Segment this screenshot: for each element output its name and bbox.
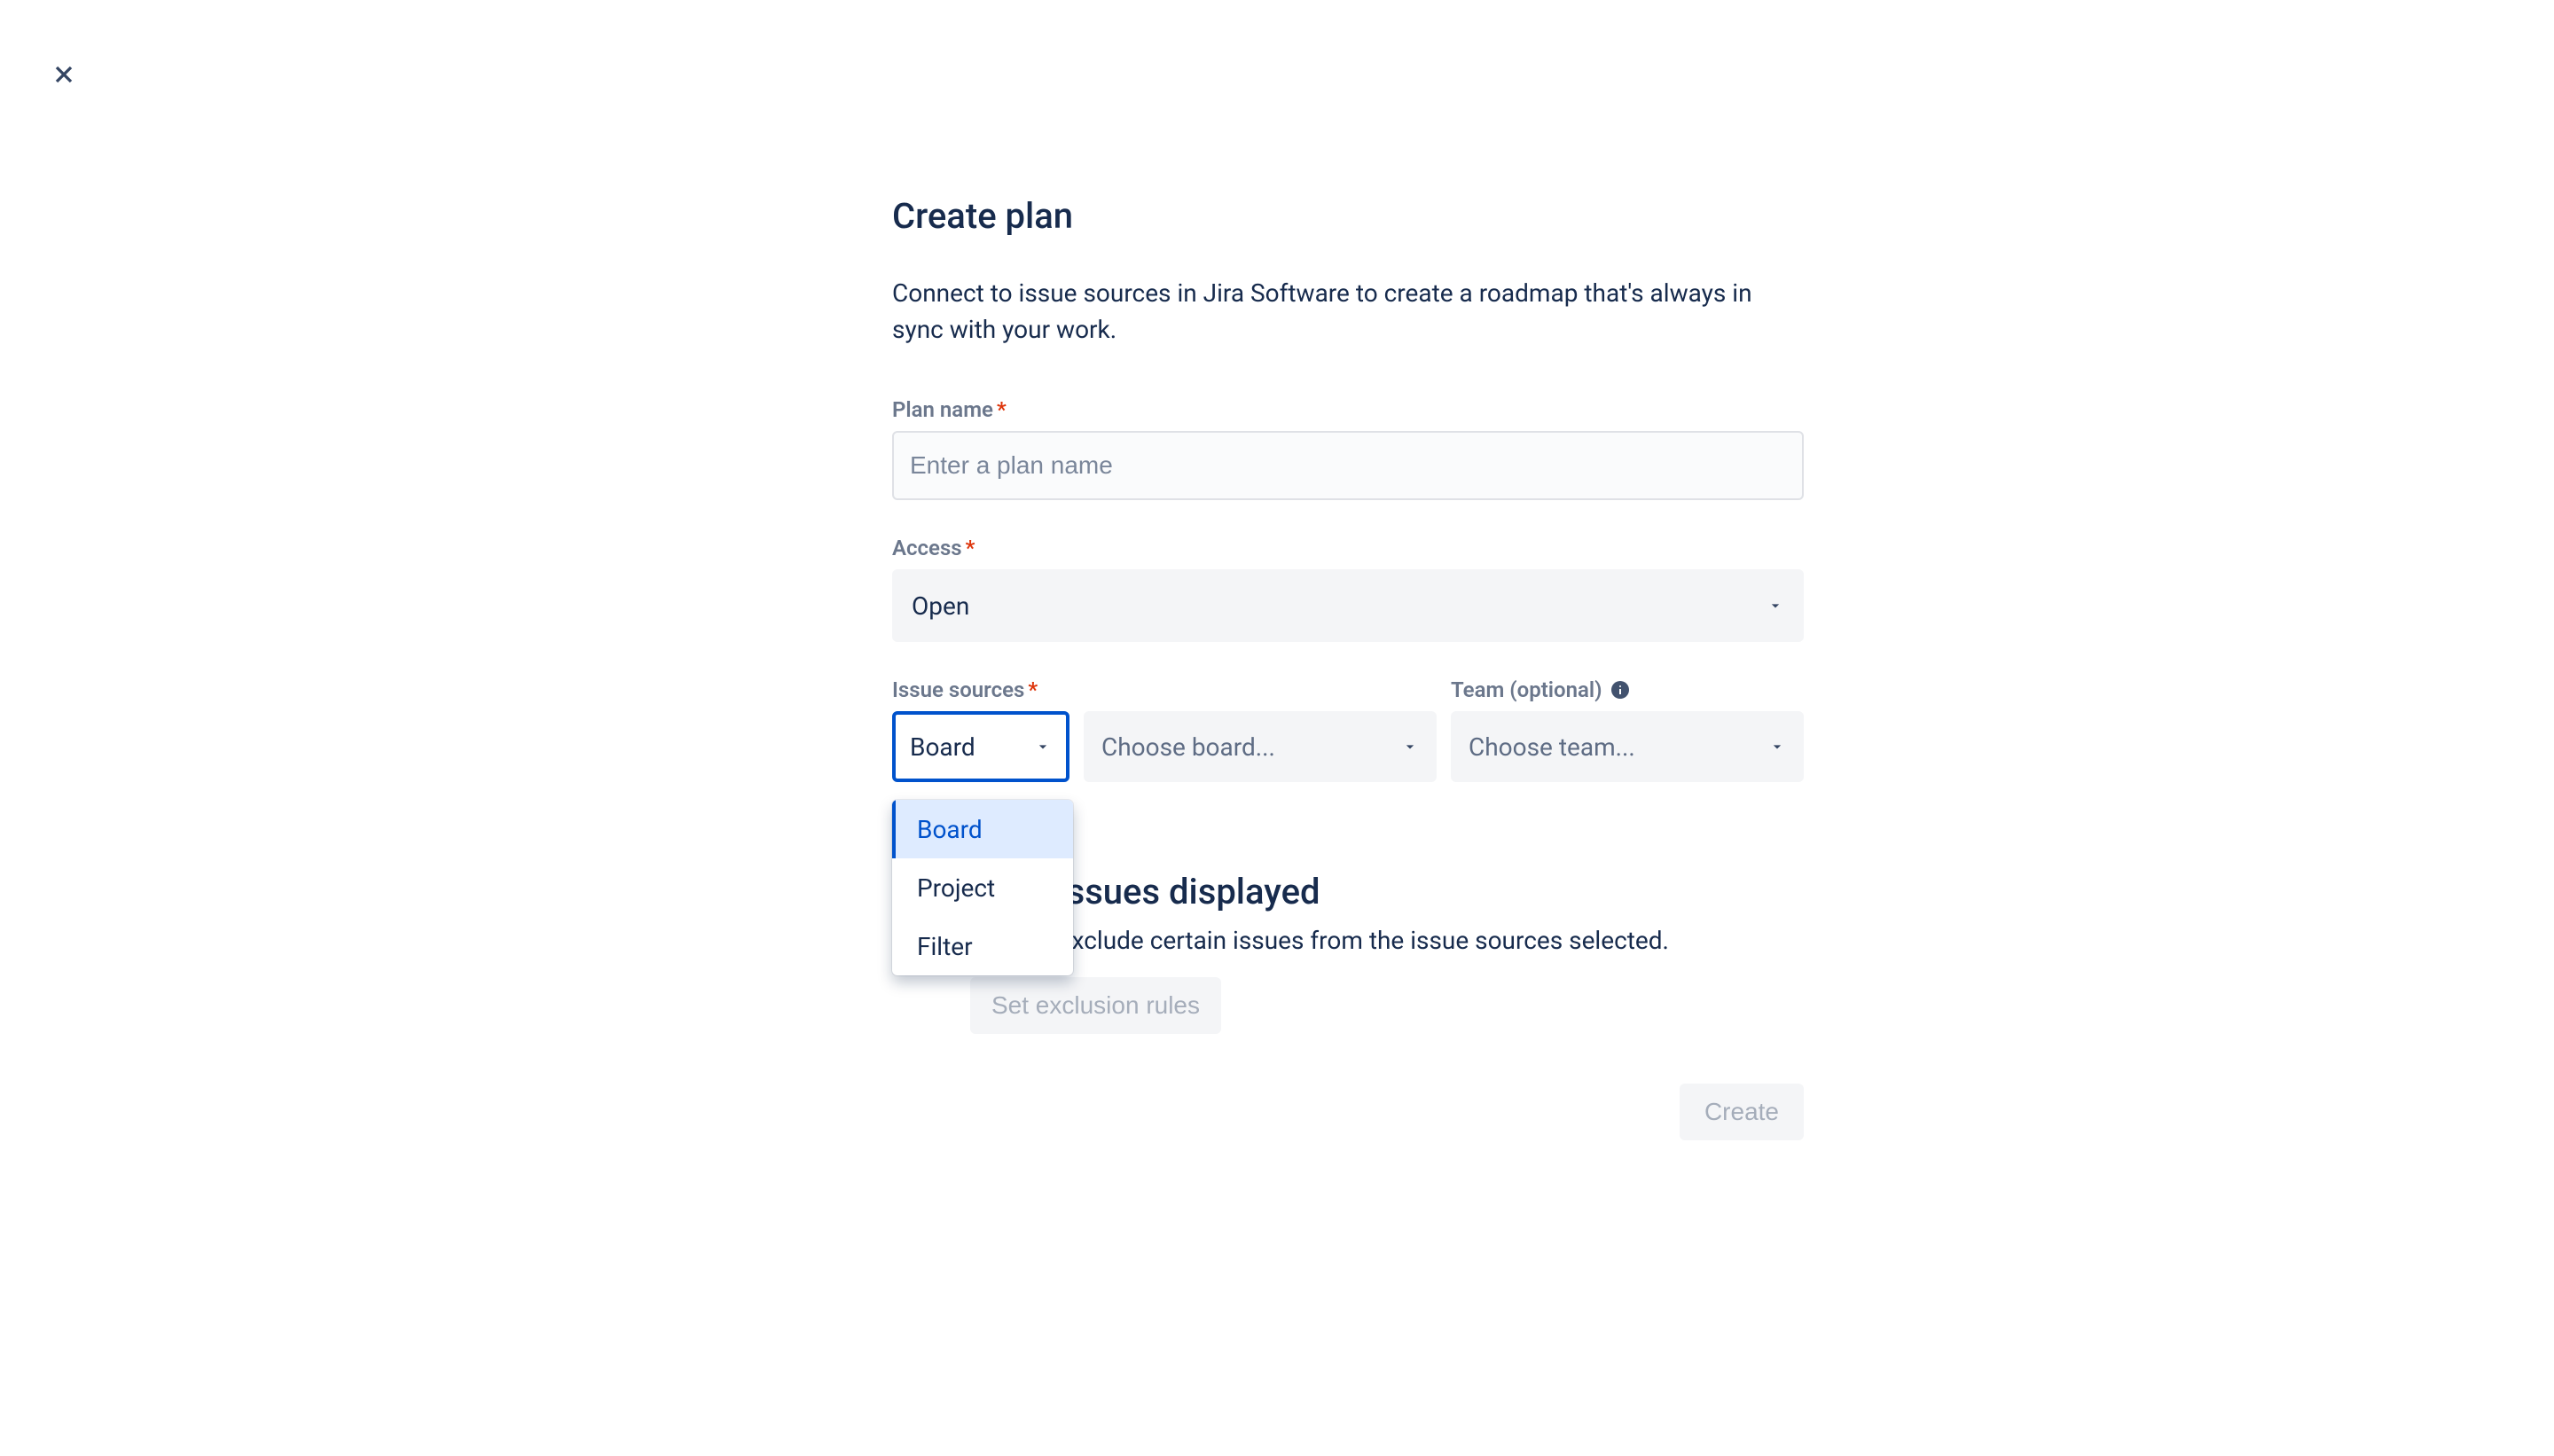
access-label: Access * (892, 536, 1804, 560)
issue-source-type-dropdown: Board Project Filter (892, 800, 1073, 975)
page-title: Create plan (892, 195, 1804, 237)
issue-source-type-select[interactable]: Board Board Project Filter (892, 711, 1069, 782)
board-placeholder: Choose board... (1101, 732, 1275, 762)
access-field-group: Access * Open (892, 536, 1804, 642)
team-label: Team (optional) (1451, 677, 1804, 702)
close-icon (50, 60, 78, 89)
set-exclusion-rules-button[interactable]: Set exclusion rules (970, 977, 1221, 1034)
access-label-text: Access (892, 536, 962, 560)
dropdown-item-project[interactable]: Project (892, 858, 1073, 917)
access-select[interactable]: Open (892, 569, 1804, 642)
team-select[interactable]: Choose team... (1451, 711, 1804, 782)
chevron-down-icon (1401, 738, 1419, 755)
dropdown-item-filter[interactable]: Filter (892, 917, 1073, 975)
chevron-down-icon (1034, 738, 1052, 755)
board-select[interactable]: Choose board... (1084, 711, 1437, 782)
team-label-text: Team (optional) (1451, 677, 1602, 702)
page-description: Connect to issue sources in Jira Softwar… (892, 276, 1804, 348)
refine-description: rules to exclude certain issues from the… (970, 923, 1804, 959)
close-button[interactable] (43, 53, 85, 96)
refine-title: efine issues displayed (970, 871, 1804, 912)
required-mark: * (966, 536, 975, 560)
info-icon[interactable] (1608, 677, 1633, 702)
issue-sources-label: Issue sources * (892, 677, 1437, 702)
plan-name-label-text: Plan name (892, 397, 993, 422)
create-button[interactable]: Create (1680, 1084, 1804, 1140)
dropdown-item-board[interactable]: Board (892, 800, 1073, 858)
chevron-down-icon (1768, 738, 1786, 755)
issue-sources-label-text: Issue sources (892, 677, 1024, 702)
access-value: Open (912, 591, 969, 621)
issue-source-type-value: Board (910, 732, 975, 762)
chevron-down-icon (1767, 597, 1784, 614)
create-plan-form: Create plan Connect to issue sources in … (892, 195, 1804, 1140)
plan-name-field-group: Plan name * (892, 397, 1804, 500)
create-button-row: Create (892, 1084, 1804, 1140)
refine-content: efine issues displayed rules to exclude … (970, 871, 1804, 1034)
required-mark: * (1028, 677, 1038, 702)
plan-name-label: Plan name * (892, 397, 1804, 422)
issue-sources-field-group: Issue sources * Team (optional) Board (892, 677, 1804, 782)
plan-name-input[interactable] (892, 431, 1804, 500)
team-placeholder: Choose team... (1469, 732, 1635, 762)
required-mark: * (997, 397, 1007, 422)
